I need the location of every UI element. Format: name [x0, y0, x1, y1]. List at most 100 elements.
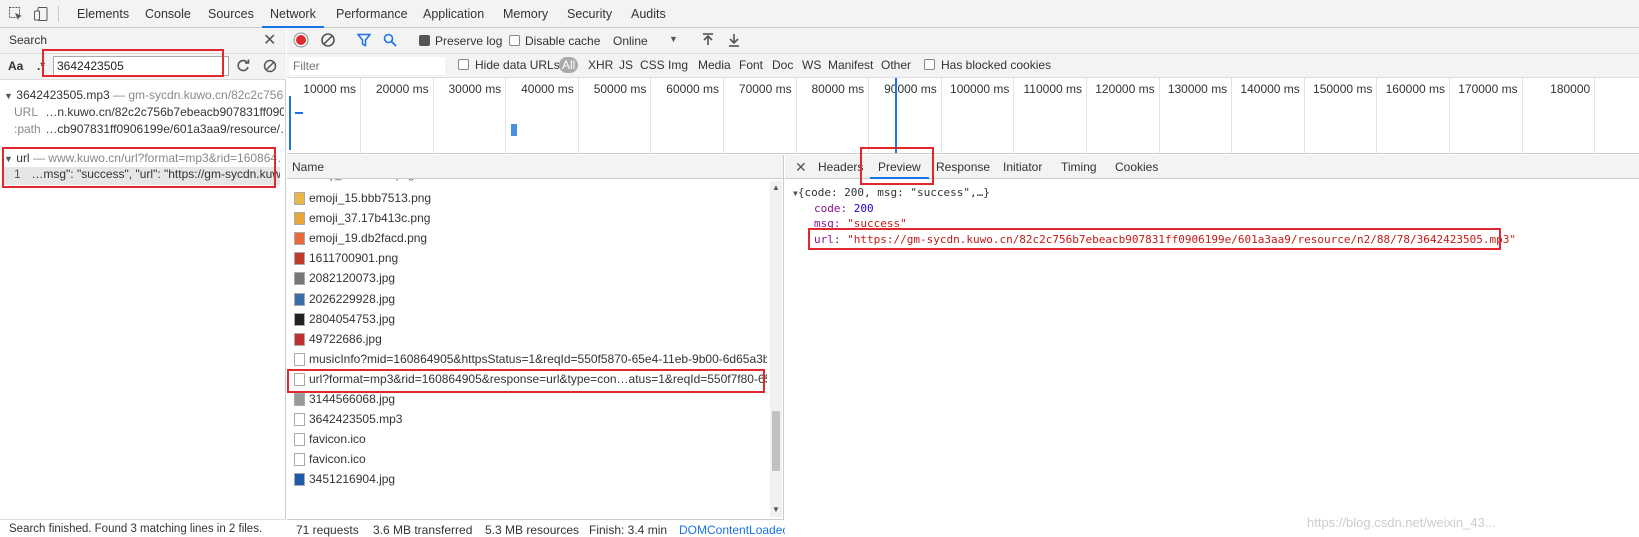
- timeline-tick-label: 30000 ms: [448, 82, 502, 96]
- device-toolbar-icon[interactable]: [33, 6, 49, 22]
- watermark: https://blog.csdn.net/weixin_43...: [1307, 515, 1496, 530]
- timeline-tick-label: 130000 ms: [1167, 82, 1228, 96]
- highlight-box: [808, 228, 1501, 250]
- tab-application[interactable]: Application: [423, 0, 484, 28]
- type-filter-ws[interactable]: WS: [802, 58, 821, 72]
- export-har-icon[interactable]: [727, 33, 741, 47]
- tab-headers[interactable]: Headers: [818, 155, 863, 179]
- tab-memory[interactable]: Memory: [503, 0, 548, 28]
- timeline-gridline: [1086, 78, 1087, 153]
- hide-data-urls-checkbox[interactable]: [458, 59, 469, 70]
- tab-cookies[interactable]: Cookies: [1115, 155, 1158, 179]
- preserve-log-checkbox[interactable]: [419, 35, 430, 46]
- type-filter-manifest[interactable]: Manifest: [828, 58, 873, 72]
- scroll-up-icon[interactable]: ▲: [772, 183, 780, 192]
- finish-time: Finish: 3.4 min: [589, 523, 668, 537]
- tab-elements[interactable]: Elements: [77, 0, 129, 28]
- disable-cache-checkbox[interactable]: [509, 35, 520, 46]
- timeline-tick-label: 180000: [1550, 82, 1591, 96]
- inspect-element-icon[interactable]: [8, 6, 24, 22]
- tab-console[interactable]: Console: [145, 0, 191, 28]
- file-icon: [294, 192, 305, 205]
- filter-bar: Hide data URLs All XHR JS CSS Img Media …: [287, 54, 1639, 78]
- throttling-select[interactable]: Online: [613, 34, 648, 48]
- type-filter-img[interactable]: Img: [668, 58, 688, 72]
- type-filter-doc[interactable]: Doc: [772, 58, 793, 72]
- type-filter-xhr[interactable]: XHR: [588, 58, 613, 72]
- table-row[interactable]: 3642423505.mp3: [287, 409, 767, 429]
- timeline-bar: [289, 96, 291, 150]
- tab-security[interactable]: Security: [567, 0, 612, 28]
- tab-timing[interactable]: Timing: [1061, 155, 1097, 179]
- table-row[interactable]: favicon.ico: [287, 429, 767, 449]
- scroll-down-icon[interactable]: ▼: [772, 505, 780, 514]
- filter-icon[interactable]: [357, 33, 371, 47]
- name-column-header[interactable]: Name: [292, 160, 324, 174]
- table-row[interactable]: emoji_37.17b413c.png: [287, 208, 767, 228]
- has-blocked-cookies-checkbox[interactable]: [924, 59, 935, 70]
- highlight-box: [2, 147, 276, 188]
- table-row[interactable]: favicon.ico: [287, 449, 767, 469]
- tab-performance[interactable]: Performance: [336, 0, 408, 28]
- type-filter-all[interactable]: All: [559, 57, 579, 73]
- filter-input[interactable]: [289, 57, 445, 75]
- timeline-gridline: [505, 78, 507, 153]
- timeline-gridline: [1449, 78, 1450, 153]
- table-row[interactable]: emoji_1.c209362.png: [287, 179, 767, 187]
- tab-audits[interactable]: Audits: [631, 0, 666, 28]
- record-icon[interactable]: [293, 32, 309, 48]
- json-code-value: 200: [853, 202, 874, 215]
- scrollbar-thumb[interactable]: [772, 411, 780, 471]
- timeline-tick-label: 60000 ms: [666, 82, 719, 96]
- type-filter-font[interactable]: Font: [739, 58, 763, 72]
- table-row[interactable]: 49722686.jpg: [287, 329, 767, 349]
- table-row[interactable]: 2804054753.jpg: [287, 309, 767, 329]
- tab-initiator[interactable]: Initiator: [1003, 155, 1042, 179]
- hide-data-urls-label: Hide data URLs: [475, 58, 560, 72]
- search-result-file[interactable]: ▼ 3642423505.mp3 — gm-sycdn.kuwo.cn/82c2…: [4, 88, 284, 102]
- chevron-down-icon[interactable]: ▼: [669, 34, 678, 44]
- highlight-box: [287, 369, 765, 393]
- search-result-line[interactable]: :path …cb907831ff0906199e/601a3aa9/resou…: [14, 122, 284, 136]
- type-filter-js[interactable]: JS: [619, 58, 633, 72]
- timeline-gridline: [432, 78, 434, 153]
- clear-icon[interactable]: [263, 59, 277, 73]
- match-case-toggle[interactable]: Aa: [8, 59, 23, 73]
- request-list-scrollbar[interactable]: ▲ ▼: [770, 181, 782, 517]
- requests-count: 71 requests: [296, 523, 359, 537]
- timeline-tick-label: 50000 ms: [593, 82, 647, 96]
- refresh-icon[interactable]: [236, 59, 250, 73]
- request-name: emoji_37.17b413c.png: [309, 211, 431, 226]
- clear-log-icon[interactable]: [320, 32, 336, 48]
- tab-network[interactable]: Network: [262, 0, 324, 28]
- tab-sources[interactable]: Sources: [208, 0, 254, 28]
- timeline-tick-label: 150000 ms: [1313, 82, 1373, 96]
- table-row[interactable]: 3451216904.jpg: [287, 469, 767, 489]
- request-detail-pane: ✕ Headers Preview Response Initiator Tim…: [785, 147, 1639, 537]
- timeline-tick-label: 40000 ms: [521, 82, 574, 96]
- table-row[interactable]: 2026229928.jpg: [287, 289, 767, 309]
- timeline-overview[interactable]: 10000 ms 20000 ms 30000 ms 40000 ms 50000 ms…: [287, 78, 1639, 154]
- close-detail-icon[interactable]: ✕: [795, 155, 807, 179]
- request-name: musicInfo?mid=160864905&httpsStatus=1&re…: [309, 351, 767, 366]
- import-har-icon[interactable]: [701, 33, 715, 47]
- timeline-gridline: [795, 78, 797, 153]
- search-icon[interactable]: [383, 33, 397, 47]
- network-toolbar: Preserve log Disable cache Online ▼: [287, 28, 1639, 54]
- timeline-tick-label: 70000 ms: [738, 82, 792, 96]
- table-row[interactable]: musicInfo?mid=160864905&httpsStatus=1&re…: [287, 349, 767, 369]
- table-row[interactable]: 2082120073.jpg: [287, 268, 767, 288]
- timeline-tick-label: 160000 ms: [1385, 82, 1445, 96]
- type-filter-other[interactable]: Other: [881, 58, 911, 72]
- table-row[interactable]: 1611700901.png: [287, 248, 767, 268]
- close-icon[interactable]: ✕: [263, 30, 276, 50]
- highlight-box: [42, 49, 224, 77]
- disable-cache-label: Disable cache: [525, 34, 601, 48]
- table-row[interactable]: emoji_19.db2facd.png: [287, 228, 767, 248]
- table-row[interactable]: emoji_15.bbb7513.png: [287, 188, 767, 208]
- type-filter-css[interactable]: CSS: [640, 58, 665, 72]
- json-root[interactable]: ▼{code: 200, msg: "success",…}: [793, 186, 990, 199]
- search-result-line[interactable]: URL …n.kuwo.cn/82c2c756b7ebeacb907831ff0…: [14, 105, 284, 119]
- tab-response[interactable]: Response: [936, 155, 990, 179]
- type-filter-media[interactable]: Media: [698, 58, 731, 72]
